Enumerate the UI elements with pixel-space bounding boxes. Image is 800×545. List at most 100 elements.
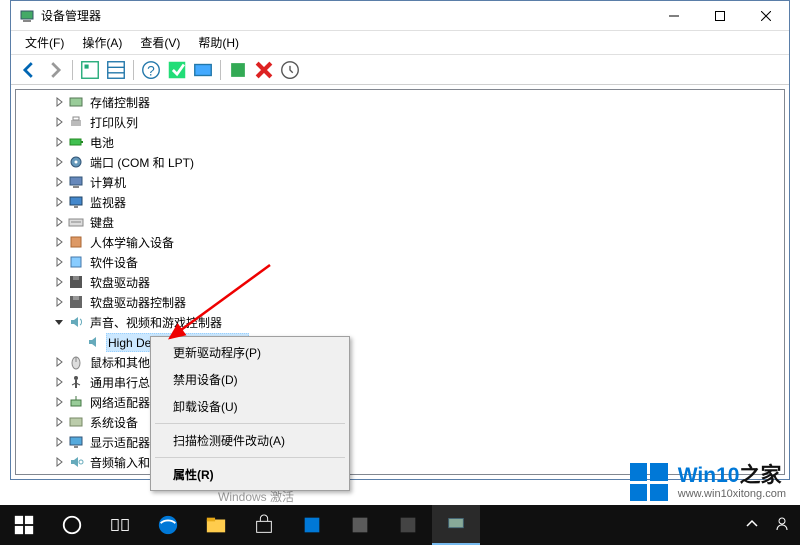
taskbar-app[interactable] (288, 505, 336, 545)
expand-icon[interactable] (52, 135, 66, 149)
cortana-button[interactable] (48, 505, 96, 545)
tree-node[interactable]: 打印队列 (16, 112, 784, 132)
tray-people-icon[interactable] (774, 516, 790, 535)
tree-node[interactable]: 人体学输入设备 (16, 232, 784, 252)
taskbar-store[interactable] (240, 505, 288, 545)
expand-icon[interactable] (52, 115, 66, 129)
device-manager-window: 设备管理器 文件(F) 操作(A) 查看(V) 帮助(H) ? 存储控制器打印队… (10, 0, 790, 480)
tree-node-label: 软盘驱动器 (88, 273, 152, 292)
tree-node[interactable]: High Definition Audio 设备 (16, 332, 784, 352)
sound-icon (68, 314, 84, 330)
taskbar-app[interactable] (384, 505, 432, 545)
menu-action[interactable]: 操作(A) (74, 32, 130, 53)
scan-hardware-button[interactable] (191, 58, 215, 82)
uninstall-button[interactable] (252, 58, 276, 82)
expand-icon[interactable] (52, 415, 66, 429)
computer-icon (68, 174, 84, 190)
toolbar-icon[interactable] (104, 58, 128, 82)
app-icon (19, 8, 35, 24)
menu-file[interactable]: 文件(F) (17, 32, 72, 53)
menu-help[interactable]: 帮助(H) (190, 32, 247, 53)
tree-node-label: 打印队列 (88, 113, 140, 132)
expand-icon[interactable] (52, 355, 66, 369)
tree-node[interactable]: 系统设备 (16, 412, 784, 432)
expand-icon[interactable] (52, 295, 66, 309)
expand-icon[interactable] (52, 155, 66, 169)
expand-icon[interactable] (52, 435, 66, 449)
taskbar-devmgr[interactable] (432, 505, 480, 545)
tree-node[interactable]: 网络适配器 (16, 392, 784, 412)
toolbar-icon[interactable] (165, 58, 189, 82)
collapse-icon[interactable] (52, 315, 66, 329)
taskbar-edge[interactable] (144, 505, 192, 545)
tree-node-label: 软盘驱动器控制器 (88, 293, 188, 312)
task-view-button[interactable] (96, 505, 144, 545)
network-icon (68, 394, 84, 410)
device-tree[interactable]: 存储控制器打印队列电池端口 (COM 和 LPT)计算机监视器键盘人体学输入设备… (15, 89, 785, 475)
tree-node[interactable]: 声音、视频和游戏控制器 (16, 312, 784, 332)
battery-icon (68, 134, 84, 150)
menu-separator (155, 423, 345, 424)
expand-icon[interactable] (52, 455, 66, 469)
tray-up-icon[interactable] (744, 516, 760, 535)
tree-node[interactable]: 通用串行总线控制器 (16, 372, 784, 392)
context-menu-item[interactable]: 更新驱动程序(P) (153, 339, 347, 366)
toolbar-icon[interactable] (278, 58, 302, 82)
tree-node[interactable]: 监视器 (16, 192, 784, 212)
display-icon (68, 434, 84, 450)
tree-node[interactable]: 软盘驱动器控制器 (16, 292, 784, 312)
expand-icon[interactable] (52, 95, 66, 109)
expand-icon[interactable] (52, 175, 66, 189)
minimize-button[interactable] (651, 1, 697, 31)
expand-icon[interactable] (52, 215, 66, 229)
back-button[interactable] (17, 58, 41, 82)
expand-icon[interactable] (52, 255, 66, 269)
keyboard-icon (68, 214, 84, 230)
taskbar-explorer[interactable] (192, 505, 240, 545)
help-button[interactable]: ? (139, 58, 163, 82)
context-menu-item[interactable]: 属性(R) (153, 461, 347, 488)
context-menu-item[interactable]: 卸载设备(U) (153, 393, 347, 420)
expand-icon[interactable] (52, 395, 66, 409)
tree-node[interactable]: 计算机 (16, 172, 784, 192)
hid-icon (68, 234, 84, 250)
menu-view[interactable]: 查看(V) (132, 32, 188, 53)
tree-node-label: 端口 (COM 和 LPT) (88, 153, 196, 172)
tree-node[interactable]: 显示适配器 (16, 432, 784, 452)
expand-icon[interactable] (52, 235, 66, 249)
tree-node-label: 系统设备 (88, 413, 140, 432)
tree-node[interactable]: 键盘 (16, 212, 784, 232)
tree-node-label: 人体学输入设备 (88, 233, 176, 252)
expand-icon[interactable] (52, 275, 66, 289)
svg-text:?: ? (147, 63, 155, 78)
start-button[interactable] (0, 505, 48, 545)
context-menu-item[interactable]: 禁用设备(D) (153, 366, 347, 393)
close-button[interactable] (743, 1, 789, 31)
taskbar-app[interactable] (336, 505, 384, 545)
tree-node[interactable]: 电池 (16, 132, 784, 152)
monitor-icon (68, 194, 84, 210)
forward-button[interactable] (43, 58, 67, 82)
menu-separator (155, 457, 345, 458)
system-icon (68, 414, 84, 430)
toolbar: ? (11, 55, 789, 85)
software-icon (68, 254, 84, 270)
expand-icon[interactable] (52, 195, 66, 209)
tree-node[interactable]: 存储控制器 (16, 92, 784, 112)
toolbar-icon[interactable] (78, 58, 102, 82)
menubar: 文件(F) 操作(A) 查看(V) 帮助(H) (11, 31, 789, 55)
expand-icon[interactable] (52, 375, 66, 389)
tree-node[interactable]: 鼠标和其他指针设备 (16, 352, 784, 372)
tree-node[interactable]: 软盘驱动器 (16, 272, 784, 292)
tree-node[interactable]: 软件设备 (16, 252, 784, 272)
maximize-button[interactable] (697, 1, 743, 31)
audioin-icon (68, 454, 84, 470)
tree-node-label: 软件设备 (88, 253, 140, 272)
context-menu: 更新驱动程序(P)禁用设备(D)卸载设备(U) 扫描检测硬件改动(A) 属性(R) (150, 336, 350, 491)
toolbar-icon[interactable] (226, 58, 250, 82)
tree-node[interactable]: 端口 (COM 和 LPT) (16, 152, 784, 172)
context-menu-item[interactable]: 扫描检测硬件改动(A) (153, 427, 347, 454)
port-icon (68, 154, 84, 170)
tree-node-label: 电池 (88, 133, 116, 152)
floppy-icon (68, 274, 84, 290)
